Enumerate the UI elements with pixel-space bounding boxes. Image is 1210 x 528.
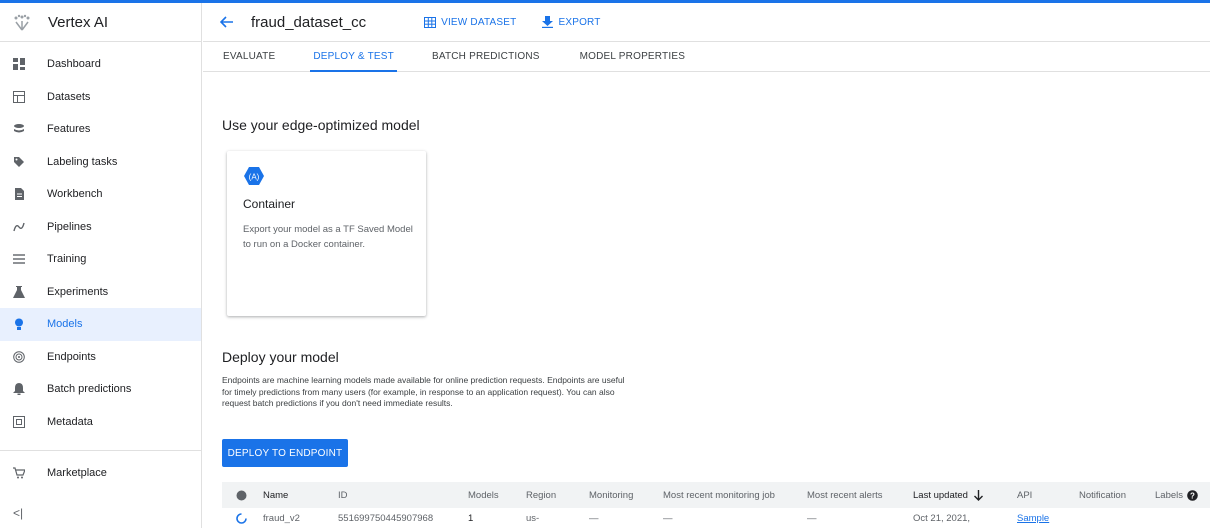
tab-model-properties[interactable]: MODEL PROPERTIES xyxy=(580,51,685,71)
sidebar-item-endpoints[interactable]: Endpoints xyxy=(0,341,201,374)
sidebar-item-features[interactable]: Features xyxy=(0,113,201,146)
sidebar-item-label: Pipelines xyxy=(47,220,92,233)
container-card-title: Container xyxy=(243,197,296,211)
loading-spinner-icon xyxy=(235,508,248,528)
endpoint-recent-job: — xyxy=(663,512,673,524)
batch-predictions-icon xyxy=(13,383,25,396)
datasets-icon xyxy=(13,90,25,103)
column-header-region[interactable]: Region xyxy=(526,482,556,508)
dashboard-icon xyxy=(13,58,25,71)
models-icon xyxy=(13,318,25,331)
label-icon xyxy=(13,156,25,168)
sidebar-item-metadata[interactable]: Metadata xyxy=(0,406,201,439)
column-header-api[interactable]: API xyxy=(1017,482,1032,508)
container-card[interactable]: (A) Container Export your model as a TF … xyxy=(227,151,426,316)
svg-text:?: ? xyxy=(1190,491,1195,500)
column-header-models[interactable]: Models xyxy=(468,482,499,508)
endpoint-id: 5516997504459079​68 xyxy=(338,512,434,524)
sidebar-item-label: Workbench xyxy=(47,188,103,201)
features-icon xyxy=(13,123,25,135)
container-card-description: Export your model as a TF Saved Model to… xyxy=(243,224,413,250)
sidebar-item-label: Dashboard xyxy=(47,58,101,71)
tab-bar: EVALUATE DEPLOY & TEST BATCH PREDICTIONS… xyxy=(203,42,1210,72)
svg-text:(A): (A) xyxy=(249,173,260,182)
endpoints-table-header: Name ID Models Region Monitoring Most re… xyxy=(222,482,1210,508)
column-header-recent-job[interactable]: Most recent monitoring job xyxy=(663,482,775,508)
sidebar-item-label: Labeling tasks xyxy=(47,155,118,168)
pipelines-icon xyxy=(13,221,25,233)
sidebar: Vertex AI Dashboard Datasets Features La… xyxy=(0,3,202,528)
experiments-icon xyxy=(13,285,25,298)
sidebar-item-label: Batch predictions xyxy=(47,383,132,396)
sidebar-item-experiments[interactable]: Experiments xyxy=(0,276,201,309)
endpoint-recent-alerts: — xyxy=(807,512,817,524)
sidebar-item-dashboard[interactable]: Dashboard xyxy=(0,48,201,81)
endpoint-region: us- xyxy=(526,512,540,524)
column-header-monitoring[interactable]: Monitoring xyxy=(589,482,633,508)
endpoint-last-updated: Oct 21, 2021, xyxy=(913,512,971,524)
sidebar-divider xyxy=(0,450,201,451)
metadata-icon xyxy=(13,415,25,428)
sidebar-item-label: Marketplace xyxy=(47,467,107,480)
brand-bar: Vertex AI xyxy=(0,3,201,42)
sidebar-item-models[interactable]: Models xyxy=(0,308,201,341)
back-arrow-icon[interactable] xyxy=(219,14,235,30)
sidebar-item-datasets[interactable]: Datasets xyxy=(0,81,201,114)
sidebar-item-label: Metadata xyxy=(47,415,93,428)
column-header-notification[interactable]: Notification xyxy=(1079,482,1126,508)
sidebar-item-labeling-tasks[interactable]: Labeling tasks xyxy=(0,146,201,179)
view-dataset-label: VIEW DATASET xyxy=(441,16,517,28)
download-icon xyxy=(542,16,554,28)
labels-label: Labels xyxy=(1155,489,1183,501)
sidebar-item-workbench[interactable]: Workbench xyxy=(0,178,201,211)
deploy-to-endpoint-button[interactable]: DEPLOY TO ENDPOINT xyxy=(222,439,348,467)
column-header-recent-alerts[interactable]: Most recent alerts xyxy=(807,482,883,508)
sidebar-item-label: Datasets xyxy=(47,90,91,103)
status-column-icon xyxy=(236,482,247,508)
column-header-id[interactable]: ID xyxy=(338,482,348,508)
workbench-icon xyxy=(13,188,25,201)
column-header-labels[interactable]: Labels ? xyxy=(1155,482,1198,508)
column-header-name[interactable]: Name xyxy=(263,482,288,508)
vertex-ai-logo-icon xyxy=(12,12,32,32)
edge-section-title: Use your edge-optimized model xyxy=(222,117,420,133)
table-row[interactable]: fraud_v2 5516997504459079​68 1 us- — — —… xyxy=(222,508,1210,528)
tab-evaluate[interactable]: EVALUATE xyxy=(223,51,275,71)
page-title: fraud_dataset_cc xyxy=(251,13,367,31)
container-hexagon-icon: (A) xyxy=(243,165,265,187)
view-dataset-button[interactable]: VIEW DATASET xyxy=(424,16,517,28)
endpoints-icon xyxy=(13,350,25,363)
sidebar-item-batch-predictions[interactable]: Batch predictions xyxy=(0,373,201,406)
sidebar-nav: Dashboard Datasets Features Labeling tas… xyxy=(0,42,201,438)
sidebar-item-label: Models xyxy=(47,318,83,331)
endpoint-monitoring: — xyxy=(589,512,599,524)
export-button[interactable]: EXPORT xyxy=(542,16,600,28)
deploy-description: Endpoints are machine learning models ma… xyxy=(222,375,625,408)
sidebar-item-training[interactable]: Training xyxy=(0,243,201,276)
page-header: fraud_dataset_cc VIEW DATASET EXPORT xyxy=(203,3,1210,42)
export-label: EXPORT xyxy=(558,16,601,28)
sidebar-item-label: Training xyxy=(47,253,87,266)
marketplace-icon xyxy=(13,467,25,479)
endpoint-name[interactable]: fraud_v2 xyxy=(263,508,300,528)
sort-arrow-down-icon xyxy=(973,489,983,501)
collapse-sidebar-button[interactable]: <| xyxy=(13,506,23,520)
sidebar-item-pipelines[interactable]: Pipelines xyxy=(0,211,201,244)
tab-batch-predictions[interactable]: BATCH PREDICTIONS xyxy=(432,51,540,71)
app-title: Vertex AI xyxy=(48,13,109,31)
endpoint-models-count: 1 xyxy=(468,512,474,524)
sidebar-item-label: Features xyxy=(47,123,91,136)
sidebar-item-label: Experiments xyxy=(47,285,109,298)
tab-deploy-test[interactable]: DEPLOY & TEST xyxy=(310,51,397,72)
sample-request-link[interactable]: Sample xyxy=(1017,508,1049,528)
training-icon xyxy=(13,253,25,265)
sidebar-item-marketplace[interactable]: Marketplace xyxy=(0,457,201,490)
last-updated-label: Last updated xyxy=(913,489,968,501)
column-header-last-updated[interactable]: Last updated xyxy=(913,482,983,508)
deploy-section-title: Deploy your model xyxy=(222,349,339,365)
help-icon[interactable]: ? xyxy=(1187,489,1198,501)
sidebar-item-label: Endpoints xyxy=(47,350,96,363)
table-icon xyxy=(424,16,437,28)
